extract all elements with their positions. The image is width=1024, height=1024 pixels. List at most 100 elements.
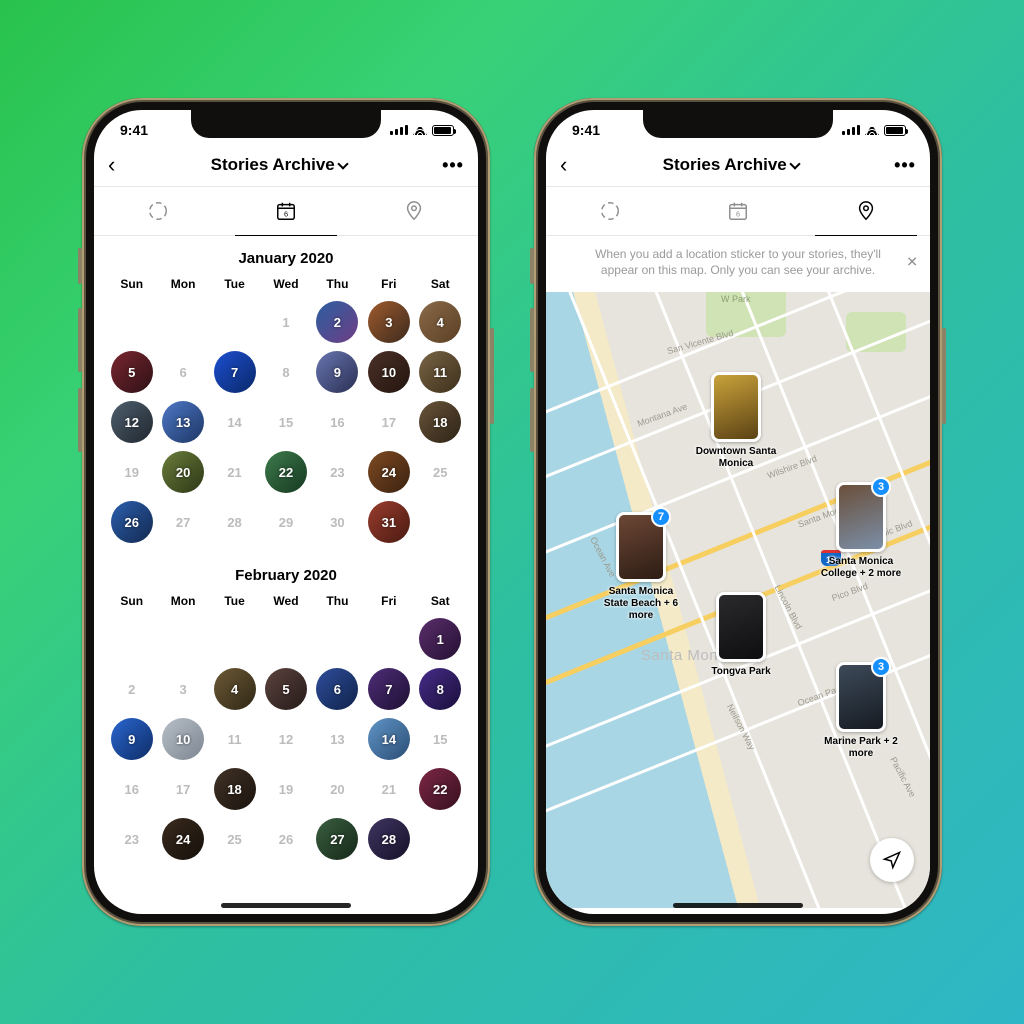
day-cell[interactable]: 10 — [157, 718, 208, 760]
day-story-bubble: 20 — [162, 451, 204, 493]
day-story-bubble: 18 — [214, 768, 256, 810]
map-story-pin[interactable]: Tongva Park — [696, 592, 786, 678]
weekday-label: Fri — [363, 277, 414, 291]
day-cell: 23 — [106, 818, 157, 860]
day-cell[interactable]: 3 — [363, 301, 414, 343]
day-cell[interactable]: 5 — [106, 351, 157, 393]
day-cell[interactable]: 22 — [415, 768, 466, 810]
map-story-pin[interactable]: 3Marine Park + 2 more — [816, 662, 906, 760]
day-cell[interactable]: 24 — [363, 451, 414, 493]
day-cell[interactable]: 18 — [209, 768, 260, 810]
day-number: 13 — [316, 718, 358, 760]
day-number: 30 — [316, 501, 358, 543]
day-cell[interactable]: 4 — [415, 301, 466, 343]
day-cell[interactable]: 18 — [415, 401, 466, 443]
day-cell[interactable]: 8 — [415, 668, 466, 710]
page-title: Stories Archive — [211, 155, 335, 175]
locate-me-button[interactable] — [870, 838, 914, 882]
map-story-pin[interactable]: 3Santa Monica College + 2 more — [816, 482, 906, 580]
home-indicator[interactable] — [221, 903, 351, 908]
day-cell: 13 — [312, 718, 363, 760]
day-story-bubble: 2 — [316, 301, 358, 343]
chevron-down-icon — [337, 158, 348, 169]
tab-calendar[interactable]: 6 — [674, 187, 802, 235]
info-text: When you add a location sticker to your … — [595, 247, 881, 277]
day-cell[interactable]: 27 — [312, 818, 363, 860]
title-dropdown[interactable]: Stories Archive — [211, 155, 347, 175]
battery-icon — [432, 125, 454, 136]
day-cell[interactable]: 9 — [106, 718, 157, 760]
tab-stories[interactable] — [546, 187, 674, 235]
day-story-bubble: 10 — [368, 351, 410, 393]
view-tabs: 6 — [546, 186, 930, 236]
view-tabs: 6 — [94, 186, 478, 236]
day-cell[interactable]: 11 — [415, 351, 466, 393]
day-cell[interactable]: 1 — [415, 618, 466, 660]
day-number: 25 — [214, 818, 256, 860]
pin-thumbnail: 3 — [836, 662, 886, 732]
day-cell[interactable]: 31 — [363, 501, 414, 543]
back-button[interactable]: ‹ — [560, 154, 567, 176]
day-story-bubble: 26 — [111, 501, 153, 543]
day-cell[interactable]: 20 — [157, 451, 208, 493]
day-cell[interactable]: 2 — [312, 301, 363, 343]
day-cell: 14 — [209, 401, 260, 443]
weekday-label: Sun — [106, 594, 157, 608]
chevron-down-icon — [789, 158, 800, 169]
day-story-bubble: 4 — [214, 668, 256, 710]
day-cell[interactable]: 4 — [209, 668, 260, 710]
day-cell[interactable]: 13 — [157, 401, 208, 443]
day-story-bubble: 22 — [265, 451, 307, 493]
status-time: 9:41 — [120, 122, 148, 138]
day-story-bubble: 24 — [368, 451, 410, 493]
day-cell[interactable]: 9 — [312, 351, 363, 393]
tab-location[interactable] — [802, 187, 930, 235]
close-icon[interactable]: ✕ — [906, 253, 918, 272]
map-canvas[interactable]: W Park San Vicente Blvd Montana Ave Wils… — [546, 292, 930, 908]
day-cell[interactable]: 5 — [260, 668, 311, 710]
weekday-label: Wed — [260, 277, 311, 291]
day-cell[interactable]: 24 — [157, 818, 208, 860]
day-cell[interactable]: 22 — [260, 451, 311, 493]
day-cell[interactable]: 10 — [363, 351, 414, 393]
tab-calendar[interactable]: 6 — [222, 187, 350, 235]
day-story-bubble: 13 — [162, 401, 204, 443]
day-cell[interactable]: 26 — [106, 501, 157, 543]
pin-thumbnail — [711, 372, 761, 442]
day-story-bubble: 31 — [368, 501, 410, 543]
arrow-icon — [882, 850, 902, 870]
weekday-label: Mon — [157, 594, 208, 608]
day-number: 26 — [265, 818, 307, 860]
calendar-scroll[interactable]: January 2020SunMonTueWedThuFriSat1234567… — [94, 236, 478, 908]
day-cell: 23 — [312, 451, 363, 493]
stories-ring-icon — [147, 200, 169, 222]
day-cell[interactable]: 6 — [312, 668, 363, 710]
day-cell: 30 — [312, 501, 363, 543]
back-button[interactable]: ‹ — [108, 154, 115, 176]
day-cell: 1 — [260, 301, 311, 343]
stories-ring-icon — [599, 200, 621, 222]
cellular-icon — [842, 125, 860, 135]
day-cell[interactable]: 7 — [209, 351, 260, 393]
location-pin-icon — [855, 200, 877, 222]
day-cell: 16 — [106, 768, 157, 810]
day-number: 1 — [265, 301, 307, 343]
map-story-pin[interactable]: 7Santa Monica State Beach + 6 more — [596, 512, 686, 622]
pin-caption: Tongva Park — [711, 666, 770, 678]
home-indicator[interactable] — [673, 903, 803, 908]
weekday-row: SunMonTueWedThuFriSat — [94, 277, 478, 297]
tab-stories[interactable] — [94, 187, 222, 235]
title-dropdown[interactable]: Stories Archive — [663, 155, 799, 175]
pin-thumbnail: 7 — [616, 512, 666, 582]
day-cell[interactable]: 12 — [106, 401, 157, 443]
day-cell[interactable]: 28 — [363, 818, 414, 860]
day-story-bubble: 11 — [419, 351, 461, 393]
day-cell[interactable]: 7 — [363, 668, 414, 710]
tab-location[interactable] — [350, 187, 478, 235]
day-cell: 27 — [157, 501, 208, 543]
day-cell: 25 — [209, 818, 260, 860]
map-story-pin[interactable]: Downtown Santa Monica — [691, 372, 781, 470]
month-grid: 1234567891011121314151617181920212223242… — [94, 614, 478, 870]
day-cell[interactable]: 14 — [363, 718, 414, 760]
day-cell: 8 — [260, 351, 311, 393]
